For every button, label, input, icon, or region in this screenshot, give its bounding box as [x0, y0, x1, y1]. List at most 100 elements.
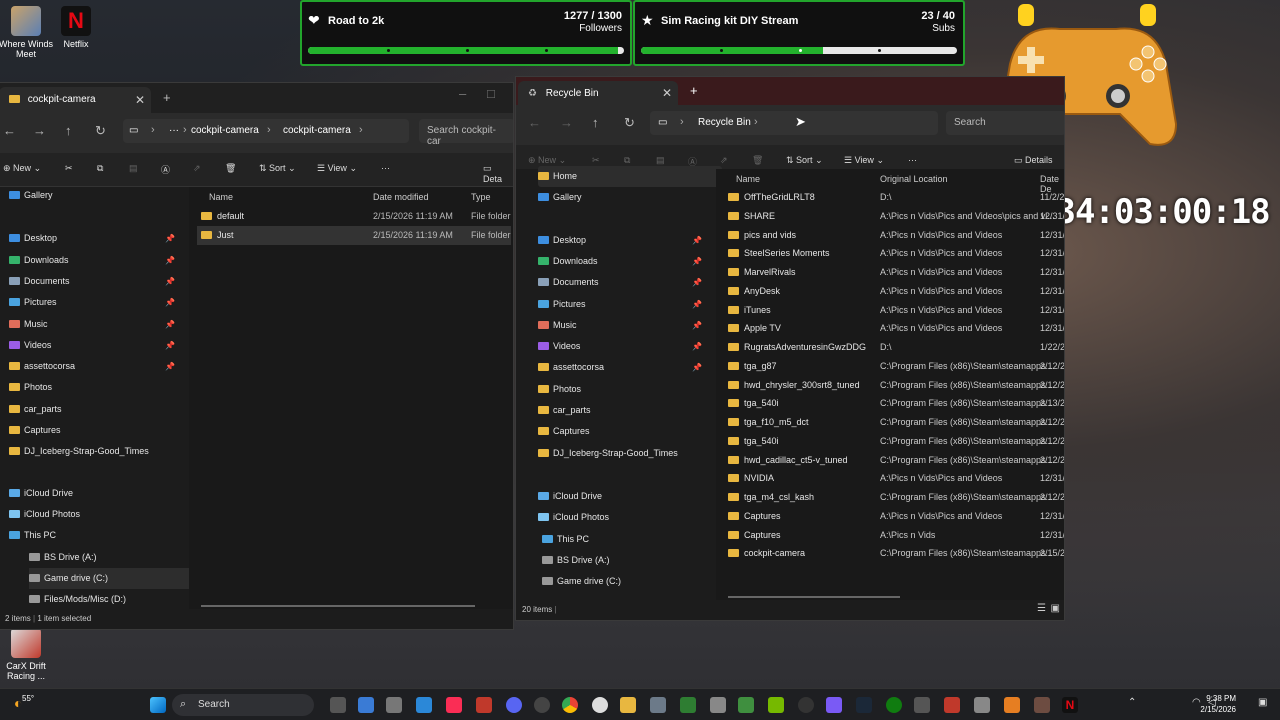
- sidebar-item-game-drive-c[interactable]: Game drive (C:): [542, 571, 621, 592]
- search-input[interactable]: Search: [946, 111, 1064, 135]
- sidebar-item-documents[interactable]: Documents: [538, 272, 599, 293]
- close-tab-icon[interactable]: ✕: [662, 86, 672, 100]
- app-icon[interactable]: [944, 697, 960, 713]
- pin-icon[interactable]: 📌: [692, 300, 702, 309]
- back-icon[interactable]: ←: [528, 115, 541, 130]
- share-icon[interactable]: ⇗: [193, 163, 201, 174]
- minimize-icon[interactable]: –: [459, 86, 466, 101]
- horizontal-scrollbar[interactable]: [201, 605, 475, 607]
- table-row[interactable]: SHARE A:\Pics n Vids\Pics and Videos\pics…: [724, 207, 1064, 226]
- table-row[interactable]: Captures A:\Pics n Vids 12/31/2: [724, 526, 1064, 545]
- obs-icon[interactable]: [798, 697, 814, 713]
- xbox-icon[interactable]: [886, 697, 902, 713]
- sort-button[interactable]: ⇅ Sort ⌄: [259, 163, 296, 174]
- tab-recycle-bin[interactable]: ♻ Recycle Bin ✕: [518, 81, 678, 107]
- pin-icon[interactable]: 📌: [692, 257, 702, 266]
- steam-icon[interactable]: [856, 697, 872, 713]
- up-icon[interactable]: ↑: [592, 115, 599, 130]
- forward-icon[interactable]: →: [33, 123, 46, 138]
- sidebar-item-home[interactable]: Home: [538, 166, 722, 187]
- nvidia-icon[interactable]: [768, 697, 784, 713]
- clock[interactable]: 9:38 PM 2/15/2026: [1200, 693, 1236, 715]
- pin-icon[interactable]: 📌: [692, 236, 702, 245]
- paste-icon[interactable]: ▤: [129, 163, 138, 174]
- new-button[interactable]: ⊕ New ⌄: [3, 163, 41, 174]
- pin-icon[interactable]: 📌: [692, 321, 702, 330]
- column-header-name[interactable]: Name: [209, 192, 233, 202]
- table-row[interactable]: MarvelRivals A:\Pics n Vids\Pics and Vide…: [724, 263, 1064, 282]
- forward-icon[interactable]: →: [560, 115, 573, 130]
- app-icon[interactable]: [710, 697, 726, 713]
- table-row[interactable]: tga_540i C:\Program Files (x86)\Steam\ste…: [724, 432, 1064, 451]
- table-row[interactable]: default 2/15/2026 11:19 AM File folder: [197, 207, 511, 226]
- table-row[interactable]: cockpit-camera C:\Program Files (x86)\Ste…: [724, 544, 1064, 563]
- breadcrumb-item[interactable]: Recycle Bin: [698, 117, 751, 128]
- terminal-icon[interactable]: [680, 697, 696, 713]
- table-row[interactable]: tga_m4_csl_kash C:\Program Files (x86)\St…: [724, 488, 1064, 507]
- more-options-icon[interactable]: ···: [908, 155, 917, 165]
- new-tab-icon[interactable]: +: [163, 90, 171, 105]
- view-button[interactable]: ☰ View ⌄: [844, 155, 884, 166]
- sidebar-item-car-parts[interactable]: car_parts: [538, 400, 591, 421]
- details-view-icon[interactable]: ☰: [1037, 603, 1046, 614]
- table-row[interactable]: Just 2/15/2026 11:19 AM File folder: [197, 226, 511, 245]
- sidebar-item-dj-iceberg-strap-good-times[interactable]: DJ_Iceberg-Strap-Good_Times: [9, 441, 149, 462]
- sidebar-item-pictures[interactable]: Pictures: [538, 294, 586, 315]
- table-row[interactable]: OffTheGridLRLT8 D:\ 11/2/20: [724, 188, 1064, 207]
- task-view-icon[interactable]: [330, 697, 346, 713]
- music-icon[interactable]: [446, 697, 462, 713]
- breadcrumb-item[interactable]: cockpit-camera: [191, 125, 259, 136]
- sidebar-item-files-mods-misc-d[interactable]: Files/Mods/Misc (D:): [29, 589, 126, 610]
- column-header-type[interactable]: Type: [471, 192, 491, 202]
- pin-icon[interactable]: 📌: [165, 277, 175, 286]
- sort-button[interactable]: ⇅ Sort ⌄: [786, 155, 823, 166]
- table-row[interactable]: hwd_cadillac_ct5-v_tuned C:\Program Files…: [724, 451, 1064, 470]
- maximize-icon[interactable]: □: [487, 86, 495, 101]
- table-row[interactable]: pics and vids A:\Pics n Vids\Pics and Vid…: [724, 226, 1064, 245]
- cut-icon[interactable]: ✂: [65, 163, 73, 174]
- table-row[interactable]: hwd_chrysler_300srt8_tuned C:\Program Fil…: [724, 376, 1064, 395]
- column-header-date[interactable]: Date modified: [373, 192, 429, 202]
- table-row[interactable]: tga_540i C:\Program Files (x86)\Steam\ste…: [724, 394, 1064, 413]
- sidebar-item-car-parts[interactable]: car_parts: [9, 399, 62, 420]
- sidebar-item-photos[interactable]: Photos: [538, 379, 581, 400]
- more-options-icon[interactable]: ···: [381, 163, 390, 173]
- pin-icon[interactable]: 📌: [692, 342, 702, 351]
- sidebar-item-this-pc[interactable]: This PC: [542, 529, 589, 550]
- notification-icon[interactable]: ▣: [1258, 697, 1267, 708]
- settings-icon[interactable]: [386, 697, 402, 713]
- app-icon[interactable]: [738, 697, 754, 713]
- pin-icon[interactable]: 📌: [692, 363, 702, 372]
- table-row[interactable]: tga_g87 C:\Program Files (x86)\Steam\stea…: [724, 357, 1064, 376]
- details-button[interactable]: ▭ Details: [1014, 155, 1053, 166]
- copy-icon[interactable]: ⧉: [624, 155, 630, 166]
- breadcrumb-item[interactable]: cockpit-camera: [283, 125, 351, 136]
- sidebar-item-icloud-drive[interactable]: iCloud Drive: [538, 486, 602, 507]
- sidebar-item-downloads[interactable]: Downloads: [538, 251, 598, 272]
- rename-icon[interactable]: Ⓐ: [161, 163, 170, 176]
- sidebar-item-music[interactable]: Music: [9, 314, 48, 335]
- delete-icon[interactable]: 🗑: [225, 163, 236, 174]
- up-icon[interactable]: ↑: [65, 123, 72, 138]
- photos-icon[interactable]: [416, 697, 432, 713]
- table-row[interactable]: NVIDIA A:\Pics n Vids\Pics and Videos 12/3…: [724, 469, 1064, 488]
- sidebar-item-documents[interactable]: Documents: [9, 271, 70, 292]
- sidebar-item-assettocorsa[interactable]: assettocorsa: [9, 356, 75, 377]
- sidebar-item-photos[interactable]: Photos: [9, 377, 52, 398]
- delete-icon[interactable]: 🗑: [752, 155, 763, 166]
- app-icon[interactable]: [914, 697, 930, 713]
- column-header-original-location[interactable]: Original Location: [880, 174, 948, 184]
- table-row[interactable]: SteelSeries Moments A:\Pics n Vids\Pics a…: [724, 244, 1064, 263]
- app-icon[interactable]: [826, 697, 842, 713]
- column-header-name[interactable]: Name: [736, 174, 760, 184]
- app-icon[interactable]: [534, 697, 550, 713]
- file-explorer-icon[interactable]: [620, 697, 636, 713]
- share-icon[interactable]: ⇗: [720, 155, 728, 166]
- back-icon[interactable]: ←: [3, 123, 16, 138]
- sidebar-item-desktop[interactable]: Desktop: [538, 230, 586, 251]
- app-icon[interactable]: [1004, 697, 1020, 713]
- tiles-view-icon[interactable]: ▣: [1051, 603, 1060, 614]
- sidebar-item-pictures[interactable]: Pictures: [9, 292, 57, 313]
- table-row[interactable]: Apple TV A:\Pics n Vids\Pics and Videos 12…: [724, 319, 1064, 338]
- sidebar-item-videos[interactable]: Videos: [538, 336, 580, 357]
